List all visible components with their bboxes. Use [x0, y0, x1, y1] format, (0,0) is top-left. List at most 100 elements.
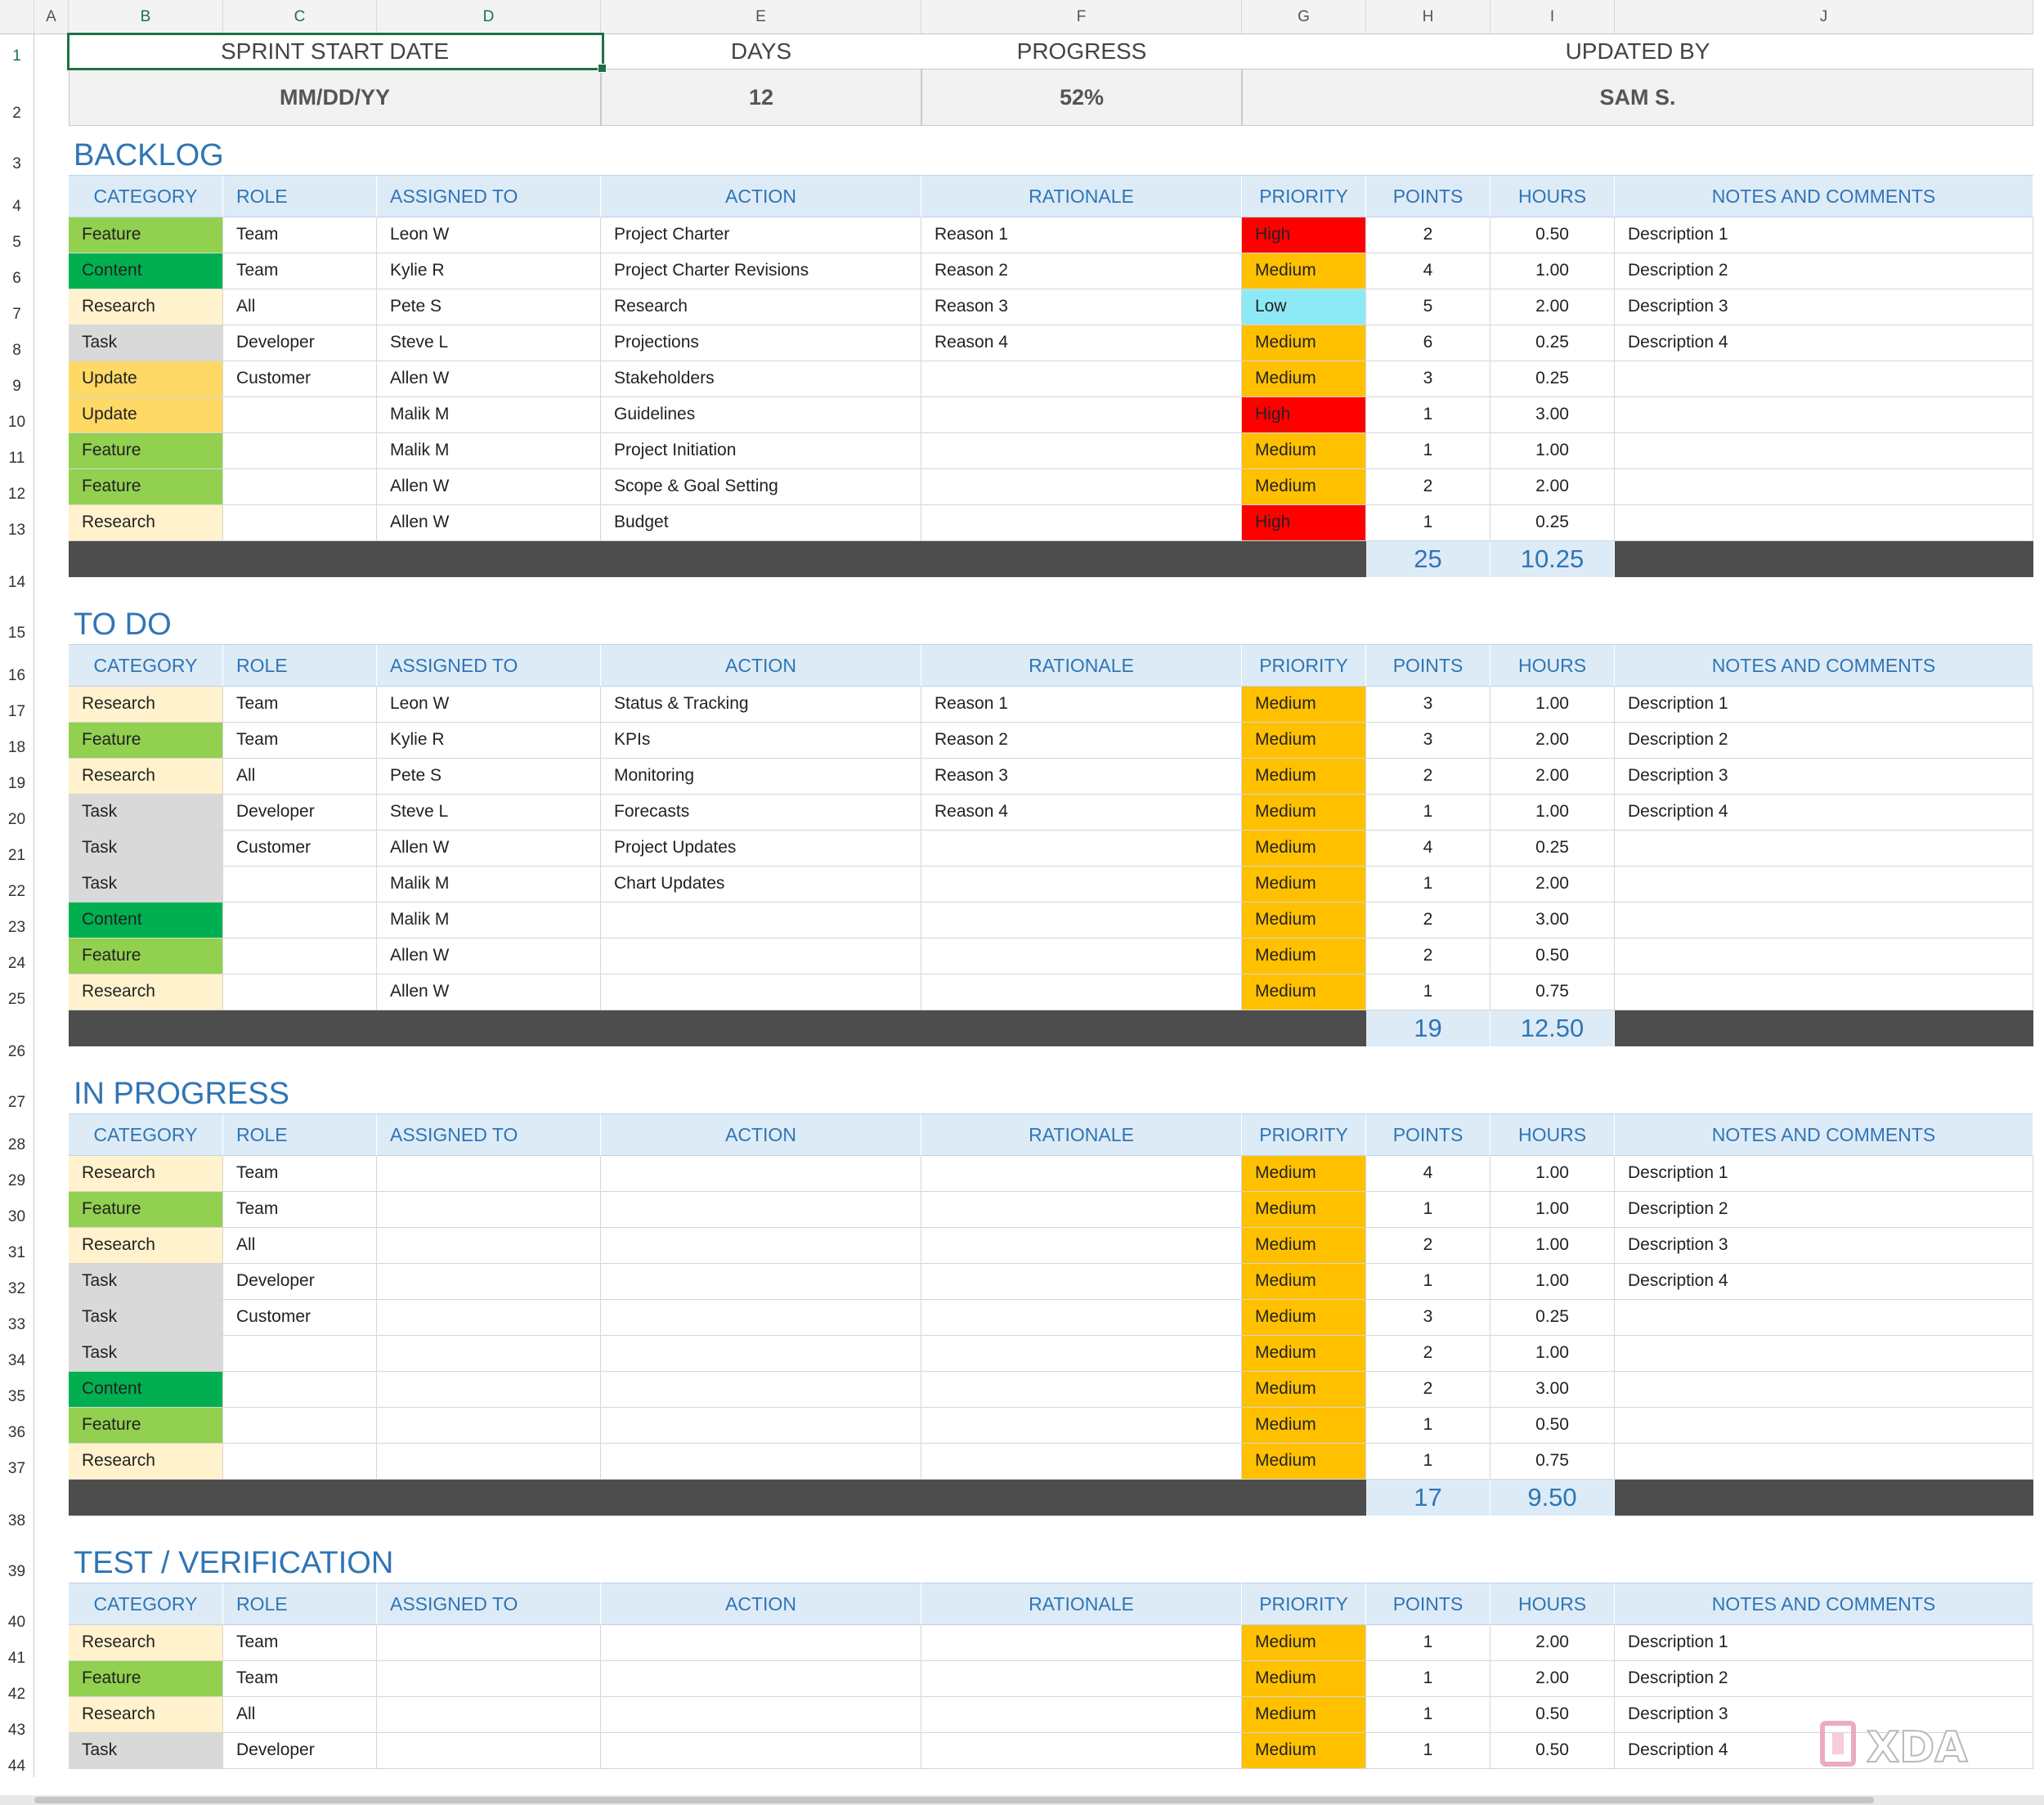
role-cell[interactable]: Team: [223, 253, 377, 289]
row-header-17[interactable]: 17: [0, 687, 34, 723]
assigned-to-cell[interactable]: [377, 1444, 601, 1480]
header-notes-and-comments[interactable]: NOTES AND COMMENTS: [1615, 1583, 2033, 1625]
priority-cell[interactable]: High: [1242, 397, 1366, 433]
notes-cell[interactable]: Description 1: [1615, 217, 2033, 253]
assigned-to-cell[interactable]: Allen W: [377, 505, 601, 541]
role-cell[interactable]: [223, 1372, 377, 1408]
header-points[interactable]: POINTS: [1366, 644, 1490, 687]
header-action[interactable]: ACTION: [601, 644, 921, 687]
assigned-to-cell[interactable]: [377, 1228, 601, 1264]
category-cell[interactable]: Update: [69, 397, 223, 433]
row-header-25[interactable]: 25: [0, 974, 34, 1010]
assigned-to-cell[interactable]: Pete S: [377, 759, 601, 795]
priority-cell[interactable]: Medium: [1242, 938, 1366, 974]
notes-cell[interactable]: [1615, 938, 2033, 974]
points-cell[interactable]: 4: [1366, 1156, 1490, 1192]
points-cell[interactable]: 1: [1366, 974, 1490, 1010]
notes-cell[interactable]: [1615, 505, 2033, 541]
row-header-3[interactable]: 3: [0, 124, 34, 175]
category-cell[interactable]: Feature: [69, 723, 223, 759]
notes-cell[interactable]: Description 3: [1615, 1228, 2033, 1264]
column-header-a[interactable]: A: [34, 0, 69, 34]
priority-cell[interactable]: Medium: [1242, 361, 1366, 397]
row-header-5[interactable]: 5: [0, 217, 34, 253]
header-category[interactable]: CATEGORY: [69, 644, 223, 687]
action-cell[interactable]: [601, 1625, 921, 1661]
row-header-2[interactable]: 2: [0, 67, 34, 124]
rationale-cell[interactable]: [921, 1228, 1242, 1264]
header-hours[interactable]: HOURS: [1490, 1113, 1615, 1156]
hours-cell[interactable]: 0.75: [1490, 974, 1615, 1010]
column-header-d[interactable]: D: [377, 0, 601, 34]
hours-cell[interactable]: 2.00: [1490, 759, 1615, 795]
row-header-22[interactable]: 22: [0, 867, 34, 902]
notes-cell[interactable]: [1615, 1408, 2033, 1444]
priority-cell[interactable]: Medium: [1242, 1697, 1366, 1733]
points-cell[interactable]: 1: [1366, 397, 1490, 433]
priority-cell[interactable]: Medium: [1242, 795, 1366, 831]
priority-cell[interactable]: Medium: [1242, 902, 1366, 938]
rationale-cell[interactable]: [921, 938, 1242, 974]
row-header-39[interactable]: 39: [0, 1532, 34, 1583]
hours-cell[interactable]: 0.50: [1490, 1408, 1615, 1444]
points-cell[interactable]: 2: [1366, 1228, 1490, 1264]
priority-cell[interactable]: Low: [1242, 289, 1366, 325]
header-action[interactable]: ACTION: [601, 175, 921, 217]
notes-cell[interactable]: [1615, 867, 2033, 902]
assigned-to-cell[interactable]: [377, 1300, 601, 1336]
priority-cell[interactable]: Medium: [1242, 1336, 1366, 1372]
role-cell[interactable]: Developer: [223, 1264, 377, 1300]
rationale-cell[interactable]: [921, 1156, 1242, 1192]
role-cell[interactable]: Team: [223, 1192, 377, 1228]
points-cell[interactable]: 1: [1366, 1733, 1490, 1769]
role-cell[interactable]: [223, 397, 377, 433]
hours-cell[interactable]: 0.25: [1490, 1300, 1615, 1336]
row-header-9[interactable]: 9: [0, 361, 34, 397]
points-cell[interactable]: 4: [1366, 253, 1490, 289]
action-cell[interactable]: Scope & Goal Setting: [601, 469, 921, 505]
hours-cell[interactable]: 2.00: [1490, 867, 1615, 902]
action-cell[interactable]: [601, 1156, 921, 1192]
rationale-cell[interactable]: [921, 902, 1242, 938]
category-cell[interactable]: Content: [69, 1372, 223, 1408]
header-notes-and-comments[interactable]: NOTES AND COMMENTS: [1615, 175, 2033, 217]
action-cell[interactable]: Project Initiation: [601, 433, 921, 469]
points-cell[interactable]: 1: [1366, 867, 1490, 902]
points-cell[interactable]: 1: [1366, 795, 1490, 831]
header-action[interactable]: ACTION: [601, 1583, 921, 1625]
category-cell[interactable]: Research: [69, 505, 223, 541]
assigned-to-cell[interactable]: Kylie R: [377, 723, 601, 759]
row-header-20[interactable]: 20: [0, 795, 34, 831]
row-header-23[interactable]: 23: [0, 902, 34, 938]
row-header-13[interactable]: 13: [0, 505, 34, 541]
action-cell[interactable]: [601, 1192, 921, 1228]
category-cell[interactable]: Task: [69, 795, 223, 831]
priority-cell[interactable]: Medium: [1242, 1192, 1366, 1228]
rationale-cell[interactable]: [921, 831, 1242, 867]
rationale-cell[interactable]: [921, 1733, 1242, 1769]
hours-cell[interactable]: 2.00: [1490, 1625, 1615, 1661]
sprint-start-date-value[interactable]: MM/DD/YY: [69, 69, 601, 126]
notes-cell[interactable]: Description 1: [1615, 687, 2033, 723]
column-header-g[interactable]: G: [1242, 0, 1366, 34]
points-cell[interactable]: 1: [1366, 433, 1490, 469]
category-cell[interactable]: Research: [69, 687, 223, 723]
action-cell[interactable]: [601, 974, 921, 1010]
notes-cell[interactable]: Description 1: [1615, 1625, 2033, 1661]
assigned-to-cell[interactable]: [377, 1336, 601, 1372]
hours-cell[interactable]: 2.00: [1490, 723, 1615, 759]
assigned-to-cell[interactable]: Kylie R: [377, 253, 601, 289]
row-header-15[interactable]: 15: [0, 593, 34, 644]
rationale-cell[interactable]: [921, 1372, 1242, 1408]
assigned-to-cell[interactable]: Malik M: [377, 902, 601, 938]
role-cell[interactable]: [223, 505, 377, 541]
column-header-j[interactable]: J: [1615, 0, 2033, 34]
header-role[interactable]: ROLE: [223, 644, 377, 687]
assigned-to-cell[interactable]: Malik M: [377, 867, 601, 902]
category-cell[interactable]: Research: [69, 1625, 223, 1661]
assigned-to-cell[interactable]: Allen W: [377, 469, 601, 505]
corner-select-all[interactable]: [0, 0, 34, 34]
total-points[interactable]: 19: [1366, 1010, 1490, 1046]
role-cell[interactable]: All: [223, 289, 377, 325]
rationale-cell[interactable]: [921, 1661, 1242, 1697]
